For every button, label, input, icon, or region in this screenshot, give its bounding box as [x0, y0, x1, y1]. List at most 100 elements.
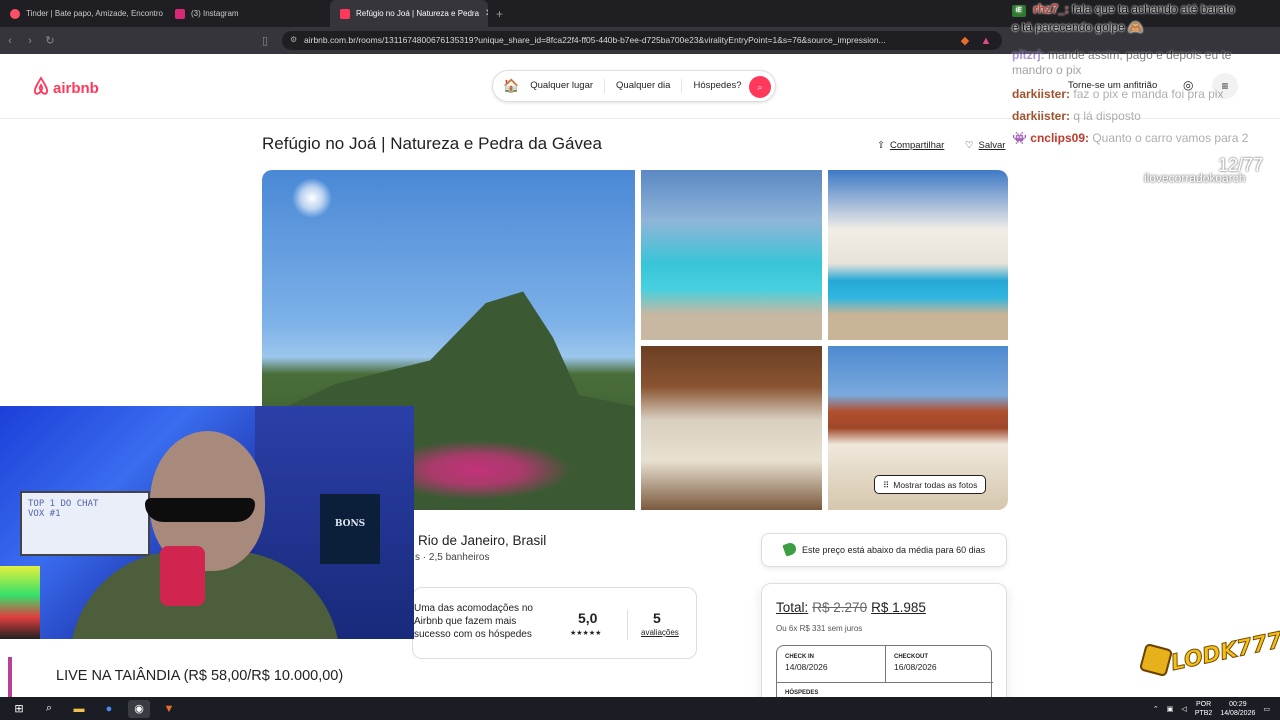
checkout-label: CHECKOUT	[894, 654, 928, 660]
cam-lamp	[0, 566, 40, 639]
search-when[interactable]: Qualquer dia	[605, 79, 683, 93]
file-explorer-icon[interactable]: ▬	[68, 700, 90, 718]
chat-badge-icon: iE	[1012, 5, 1026, 17]
date-picker[interactable]: CHECK IN 14/08/2026 CHECKOUT 16/08/2026 …	[776, 645, 993, 705]
review-count[interactable]: 5	[653, 610, 661, 626]
search-where[interactable]: Qualquer lugar	[519, 79, 606, 93]
chrome-icon[interactable]: ●	[98, 700, 120, 718]
chat-message: 👾 cnclips09: Quanto o carro vamos para 2	[1012, 131, 1248, 145]
dice-icon	[1138, 642, 1174, 678]
search-bar[interactable]: 🏠 Qualquer lugar Qualquer dia Hóspedes? …	[492, 70, 776, 102]
airbnb-logo[interactable]: airbnb	[32, 76, 99, 100]
alien-emote-icon: 👾	[1012, 131, 1027, 145]
guests-field[interactable]: HÓSPEDES	[777, 682, 993, 696]
brave-icon[interactable]: ▼	[158, 700, 180, 718]
grid-icon: ⠿	[883, 480, 890, 490]
new-price[interactable]: R$ 1.985	[871, 600, 926, 615]
clock[interactable]: 00:29 14/08/2026	[1220, 700, 1255, 718]
brave-rewards-icon[interactable]: ▲	[976, 35, 996, 47]
chat-message: mandro o pix	[1012, 63, 1081, 77]
chat-message: e tá parecendo golpe 🙈	[1012, 20, 1143, 34]
checkin-field[interactable]: CHECK IN 14/08/2026	[777, 646, 885, 682]
price-tip: Este preço está abaixo da média para 60 …	[761, 533, 1007, 567]
forward-icon[interactable]: ›	[20, 35, 40, 47]
photo-living-room[interactable]	[641, 346, 822, 510]
bookmark-icon[interactable]: ▯	[255, 34, 275, 47]
airbnb-logo-icon	[32, 76, 50, 100]
volume-icon[interactable]: ◁	[1181, 705, 1186, 713]
chat-user: pitzrj:	[1012, 48, 1045, 62]
photo-pool-palm[interactable]	[641, 170, 822, 340]
tab-tinder[interactable]: Tinder | Bate papo, Amizade, Encontro	[0, 0, 165, 27]
site-info-icon[interactable]: ⚙	[290, 35, 297, 44]
chat-text: fala que ta achando até barato	[1072, 2, 1235, 16]
emoji-icon: 🙈	[1128, 20, 1144, 34]
chat-message: iE rhz7_: fala que ta achando até barato	[1012, 2, 1235, 17]
airbnb-logo-text: airbnb	[53, 79, 99, 97]
rating-value: 5,0	[578, 610, 598, 626]
start-icon[interactable]: ⊞	[8, 700, 30, 718]
close-tab-icon[interactable]: ✕	[485, 8, 488, 19]
chat-text: mande assim, pago e depois eu te	[1048, 48, 1232, 62]
checkin-value: 14/08/2026	[785, 662, 828, 672]
save-button[interactable]: ♡ Salvar	[965, 140, 1005, 151]
show-all-photos-button[interactable]: ⠿ Mostrar todas as fotos	[874, 475, 987, 494]
time-label: 00:29	[1229, 700, 1247, 708]
photo-pool-house[interactable]	[828, 170, 1008, 340]
chat-message: pitzrj: mande assim, pago e depois eu te	[1012, 48, 1231, 62]
checkout-field[interactable]: CHECKOUT 16/08/2026	[885, 646, 993, 682]
chat-text: mandro o pix	[1012, 63, 1082, 77]
search-icon[interactable]: ⌕	[38, 700, 60, 718]
banner-text: LIVE NA TAIÂNDIA (R$ 58,00/R$ 10.000,00)	[56, 668, 344, 684]
new-tab-button[interactable]: +	[496, 7, 503, 21]
cam-whiteboard: TOP 1 DO CHAT VOX #1	[20, 491, 150, 556]
cam-sunglasses	[145, 498, 255, 522]
divider	[627, 610, 628, 640]
brave-shield-icon[interactable]: ◆	[955, 34, 975, 47]
back-icon[interactable]: ‹	[0, 35, 20, 47]
tab-instagram[interactable]: (3) Instagram	[165, 0, 330, 27]
share-label: Compartilhar	[889, 140, 945, 151]
chat-text: e tá parecendo golpe	[1012, 20, 1125, 34]
cam-poster: BONS	[320, 494, 380, 564]
rating-stars: ★★★★★	[570, 630, 602, 637]
tab-label: Tinder | Bate papo, Amizade, Encontro	[26, 9, 163, 18]
share-button[interactable]: ⇧ Compartilhar	[877, 140, 944, 151]
obs-icon[interactable]: ◉	[128, 699, 150, 718]
url-input[interactable]: ⚙ airbnb.com.br/rooms/131167480067613531…	[282, 31, 1002, 50]
tab-airbnb[interactable]: Refúgio no Joá | Natureza e Pedra ✕	[330, 0, 488, 27]
house-icon: 🏠	[503, 78, 520, 93]
review-label[interactable]: avaliações	[641, 628, 679, 637]
heart-icon: ♡	[965, 140, 974, 151]
tab-label: Refúgio no Joá | Natureza e Pedra	[356, 9, 480, 18]
chat-user: darkiister:	[1012, 109, 1071, 123]
keyboard-layout[interactable]: POR PTB2	[1195, 700, 1213, 718]
network-icon[interactable]: ▣	[1167, 705, 1174, 713]
chat-user: rhz7_:	[1033, 2, 1069, 16]
total-label: Total:	[776, 600, 809, 615]
channel-logo: LODK7777	[1138, 624, 1280, 681]
notification-icon[interactable]: ▭	[1263, 705, 1270, 713]
webcam-overlay: TOP 1 DO CHAT VOX #1 BONS	[0, 406, 414, 639]
cam-cup	[160, 546, 205, 606]
search-icon[interactable]: ⌕	[749, 76, 771, 98]
windows-taskbar: ⊞ ⌕ ▬ ● ◉ ▼ ⌃ ▣ ◁ POR PTB2 00:29 14/08/2…	[0, 697, 1280, 720]
search-guests[interactable]: Hóspedes?	[682, 79, 754, 93]
share-icon: ⇧	[877, 140, 885, 151]
tab-label: (3) Instagram	[191, 9, 239, 18]
date-label: 14/08/2026	[1220, 709, 1256, 717]
listing-title: Refúgio no Joá | Natureza e Pedra da Gáv…	[262, 134, 602, 153]
photo-sun	[292, 178, 332, 218]
installments-text: Ou 6x R$ 331 sem juros	[776, 624, 863, 633]
url-text: airbnb.com.br/rooms/1311674800676135319?…	[304, 35, 886, 45]
channel-logo-text: LODK7777	[1168, 624, 1280, 677]
chat-user: darkiister:	[1012, 87, 1071, 101]
stream-banner: LIVE NA TAIÂNDIA (R$ 58,00/R$ 10.000,00)	[8, 657, 416, 697]
tinder-favicon-icon	[10, 8, 20, 19]
price-tip-text: Este preço está abaixo da média para 60 …	[802, 545, 986, 555]
stream-chat: iE rhz7_: fala que ta achando até barato…	[1012, 0, 1280, 150]
chat-text: Quanto o carro vamos para 2	[1092, 131, 1249, 145]
chat-text: q lá disposto	[1073, 109, 1141, 123]
reload-icon[interactable]: ↻	[40, 34, 60, 47]
chevron-up-icon[interactable]: ⌃	[1153, 705, 1159, 713]
